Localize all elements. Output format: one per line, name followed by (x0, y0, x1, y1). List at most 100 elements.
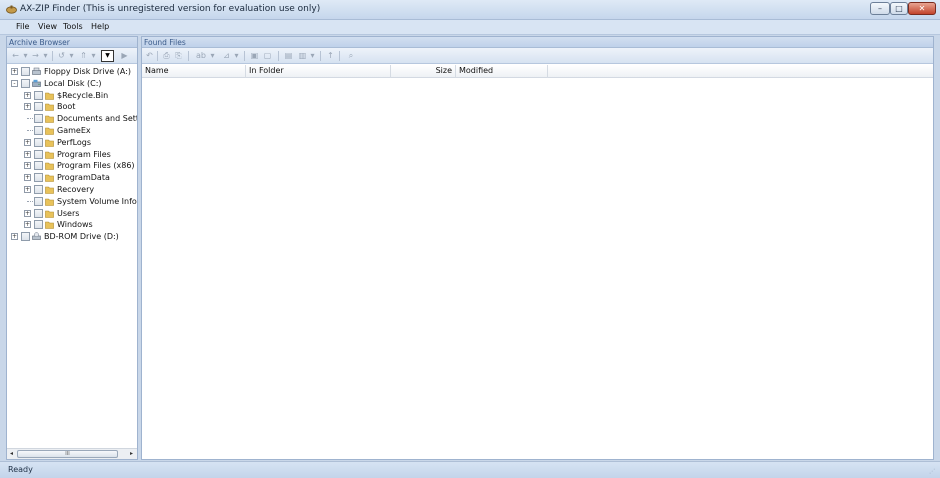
forward-arrow-icon[interactable]: → (31, 51, 40, 60)
archive-browser-header: Archive Browser (7, 37, 137, 48)
filter-dropdown-icon[interactable]: ▾ (232, 51, 241, 60)
forward-dropdown-icon[interactable]: ▾ (41, 51, 50, 60)
archive-browser-pane: Archive Browser ← ▾ → ▾ ↺ ▾ ⇑ ▾ ▼ ▶ + Flo… (6, 36, 138, 460)
tree-checkbox[interactable] (34, 220, 43, 230)
tree-checkbox[interactable] (34, 208, 43, 218)
expand-icon[interactable]: + (24, 174, 31, 182)
tree-checkbox[interactable] (21, 67, 30, 76)
resize-grip-icon[interactable]: ⋰ (929, 468, 937, 476)
toolbar-separator (320, 51, 321, 61)
tree-checkbox[interactable] (21, 232, 30, 242)
folder-icon (45, 198, 54, 206)
horizontal-scrollbar[interactable]: ◂ III ▸ (7, 448, 137, 459)
tree-item[interactable]: + Floppy Disk Drive (A:) (7, 66, 137, 78)
tree-checkbox[interactable] (21, 78, 30, 88)
find-text-dropdown-icon[interactable]: ▾ (208, 51, 217, 60)
optical-drive-icon (32, 232, 41, 240)
tree-item[interactable]: Documents and Setting (7, 113, 137, 125)
tree-item[interactable]: System Volume Informa (7, 196, 137, 208)
open-folder-icon[interactable]: ▥ (298, 51, 307, 60)
expand-icon[interactable]: + (24, 138, 31, 146)
expand-icon[interactable]: + (24, 150, 31, 158)
maximize-button[interactable]: □ (890, 2, 908, 15)
column-name[interactable]: Name (142, 65, 246, 78)
back-arrow-icon[interactable]: ← (11, 51, 20, 60)
scroll-left-button[interactable]: ◂ (7, 450, 16, 458)
expand-icon[interactable]: + (24, 221, 31, 229)
history-icon[interactable]: ↺ (57, 51, 66, 60)
expand-icon[interactable]: + (24, 162, 31, 170)
history-dropdown-icon[interactable]: ▾ (67, 51, 76, 60)
tree-item[interactable]: + $Recycle.Bin (7, 90, 137, 102)
tree-item[interactable]: + Windows (7, 219, 137, 231)
menu-file[interactable]: File (13, 22, 32, 31)
minimize-button[interactable]: – (870, 2, 890, 15)
deselect-icon[interactable]: ▢ (263, 51, 272, 60)
tree-item-label: Boot (57, 102, 76, 112)
expand-icon[interactable]: + (11, 68, 18, 75)
tree-checkbox[interactable] (34, 149, 43, 159)
scroll-thumb[interactable]: III (17, 450, 118, 458)
column-in-folder[interactable]: In Folder (246, 65, 391, 78)
file-list-body[interactable] (142, 79, 933, 459)
status-bar: Ready ⋰ (0, 461, 940, 478)
tree-checkbox[interactable] (34, 196, 43, 206)
expand-icon[interactable]: + (24, 209, 31, 217)
expand-icon[interactable]: + (11, 233, 18, 241)
folder-icon (45, 174, 54, 182)
close-button[interactable]: ✕ (908, 2, 936, 15)
tree-item[interactable]: + BD-ROM Drive (D:) (7, 231, 137, 243)
tree-item[interactable]: + PerfLogs (7, 137, 137, 149)
tree-checkbox[interactable] (34, 185, 43, 194)
menu-help[interactable]: Help (88, 22, 112, 31)
title-bar: AX-ZIP Finder (This is unregistered vers… (0, 0, 940, 20)
folder-icon (45, 163, 54, 171)
filter-icon[interactable]: ⊿ (222, 51, 231, 60)
up-icon[interactable]: ↑ (326, 51, 335, 60)
menu-tools[interactable]: Tools (60, 22, 86, 31)
expand-icon[interactable]: + (24, 91, 31, 99)
undo-icon[interactable]: ↶ (145, 51, 154, 60)
scroll-right-button[interactable]: ▸ (127, 450, 136, 458)
open-folder-dropdown-icon[interactable]: ▾ (308, 51, 317, 60)
tree-item[interactable]: GameEx (7, 125, 137, 137)
select-all-icon[interactable]: ▣ (250, 51, 259, 60)
tree-checkbox[interactable] (34, 126, 43, 135)
expand-icon[interactable]: + (24, 103, 31, 111)
copy-icon[interactable]: ⎘ (174, 51, 183, 60)
tree-item-label: Users (57, 208, 80, 218)
hard-drive-icon (32, 79, 41, 87)
tree-item[interactable]: + Recovery (7, 184, 137, 196)
menu-view[interactable]: View (35, 22, 60, 31)
column-size[interactable]: Size (391, 65, 456, 78)
folder-up-dropdown-icon[interactable]: ▾ (89, 51, 98, 60)
tree-checkbox[interactable] (34, 161, 43, 171)
tree-item-label: Windows (57, 220, 93, 230)
tree-item[interactable]: + Boot (7, 101, 137, 113)
found-files-pane: Found Files ↶ ⎙ ⎘ ab ▾ ⊿ ▾ ▣ ▢ ▤ ▥ ▾ ↑ ⌕… (141, 36, 934, 460)
tree-checkbox[interactable] (34, 114, 43, 124)
extract-icon[interactable]: ⎙ (162, 51, 171, 60)
tree-checkbox[interactable] (34, 90, 43, 100)
back-dropdown-icon[interactable]: ▾ (21, 51, 30, 60)
go-icon[interactable]: ▶ (120, 51, 129, 60)
floppy-icon (32, 67, 41, 75)
tree-checkbox[interactable] (34, 173, 43, 183)
toolbar-separator (339, 51, 340, 61)
view-dropdown-button[interactable]: ▼ (101, 50, 114, 62)
folder-tree[interactable]: + Floppy Disk Drive (A:) - Local Disk (C:) +… (7, 66, 137, 448)
tree-item[interactable]: + Program Files (7, 149, 137, 161)
expand-icon[interactable]: + (24, 186, 31, 193)
open-icon[interactable]: ▤ (284, 51, 293, 60)
tree-item[interactable]: - Local Disk (C:) (7, 78, 137, 90)
tree-item[interactable]: + ProgramData (7, 172, 137, 184)
find-text-icon[interactable]: ab (194, 51, 208, 60)
folder-up-icon[interactable]: ⇑ (79, 51, 88, 60)
collapse-icon[interactable]: - (11, 79, 18, 87)
tree-checkbox[interactable] (34, 102, 43, 112)
binoculars-icon[interactable]: ⌕ (345, 51, 357, 60)
tree-item[interactable]: + Users (7, 208, 137, 220)
tree-item[interactable]: + Program Files (x86) (7, 160, 137, 172)
column-modified[interactable]: Modified (456, 65, 548, 78)
tree-checkbox[interactable] (34, 137, 43, 147)
